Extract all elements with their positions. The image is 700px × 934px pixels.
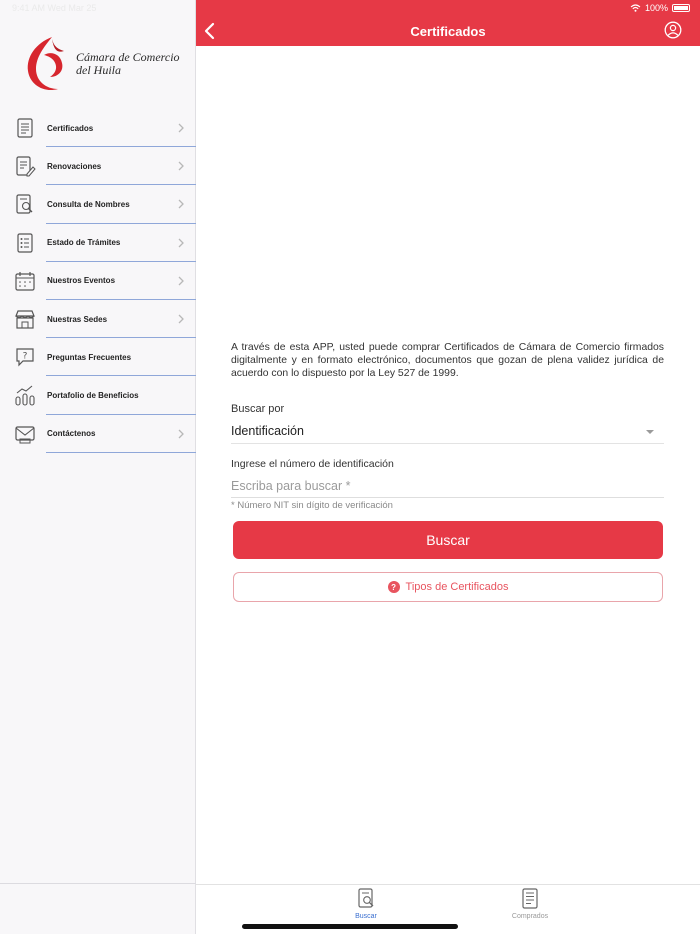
battery-percent: 100% [644, 3, 668, 13]
sidebar: Cámara de Comercio del Huila Certificado… [0, 0, 196, 934]
tab-label: Buscar [355, 913, 377, 920]
certificate-types-button[interactable]: ? Tipos de Certificados [233, 572, 663, 602]
checklist-icon [17, 232, 33, 253]
sidebar-item-contactenos[interactable]: Contáctenos [0, 415, 196, 453]
tab-comprados[interactable]: Comprados [490, 888, 570, 928]
sidebar-item-label: Certificados [47, 123, 94, 133]
home-indicator [242, 924, 458, 929]
calendar-icon [15, 271, 35, 291]
sidebar-item-preguntas-frecuentes[interactable]: ? Preguntas Frecuentes [0, 338, 196, 377]
camara-logo: Cámara de Comercio del Huila [22, 32, 182, 96]
dropdown-arrow-icon [646, 430, 654, 434]
page-title: Certificados [410, 24, 486, 39]
sidebar-divider [46, 451, 196, 453]
user-profile-icon[interactable] [664, 21, 682, 39]
question-circle-icon: ? [387, 581, 400, 593]
sidebar-bottom-divider [0, 883, 196, 884]
intro-text: A través de esta APP, usted puede compra… [231, 342, 664, 379]
sidebar-item-estado-tramites[interactable]: Estado de Trámites [0, 224, 196, 262]
id-number-field-wrapper [231, 474, 664, 498]
battery-icon [672, 4, 690, 12]
camara-logo-text: Cámara de Comercio del Huila [76, 51, 180, 77]
document-search-icon [16, 194, 33, 214]
growth-chart-icon [15, 385, 35, 406]
sidebar-item-renovaciones[interactable]: Renovaciones [0, 147, 196, 186]
search-by-select[interactable]: Identificación [231, 420, 664, 444]
status-right: 100% [630, 3, 690, 13]
chevron-right-icon [178, 314, 184, 324]
camara-logo-mark [27, 37, 64, 91]
status-time: 9:41 AM Wed Mar 25 [12, 3, 97, 13]
mail-icon [15, 425, 35, 443]
sidebar-item-certificados[interactable]: Certificados [0, 109, 196, 148]
chevron-right-icon [178, 238, 184, 248]
chevron-right-icon [178, 429, 184, 438]
chevron-right-icon [178, 199, 184, 209]
certificate-types-label: Tipos de Certificados [405, 581, 509, 593]
chevron-right-icon [178, 161, 184, 171]
sidebar-item-label: Preguntas Frecuentes [47, 352, 132, 362]
sidebar-item-label: Renovaciones [47, 161, 102, 171]
document-list-icon [522, 888, 538, 909]
id-number-label: Ingrese el número de identificación [231, 458, 394, 470]
question-chat-icon: ? [16, 348, 34, 367]
document-icon [17, 118, 33, 138]
tab-buscar[interactable]: Buscar [326, 888, 406, 928]
chevron-right-icon [178, 123, 184, 133]
wifi-icon [630, 4, 641, 12]
svg-text:?: ? [23, 352, 28, 362]
search-button[interactable]: Buscar [233, 521, 663, 559]
store-icon [15, 310, 35, 329]
sidebar-item-label: Contáctenos [47, 429, 96, 439]
tab-label: Comprados [511, 913, 549, 920]
main-content: A través de esta APP, usted puede compra… [196, 46, 700, 884]
sidebar-item-label: Nuestras Sedes [47, 314, 108, 324]
chevron-right-icon [178, 276, 184, 286]
sidebar-item-label: Portafolio de Beneficios [47, 390, 139, 400]
id-number-input[interactable] [231, 474, 664, 498]
sidebar-item-portafolio-beneficios[interactable]: Portafolio de Beneficios [0, 376, 196, 415]
logo-line-2: del Huila [76, 63, 121, 77]
document-search-icon [358, 888, 374, 908]
search-by-label: Buscar por [231, 403, 285, 415]
sidebar-nav: Certificados Renovaciones Consulta de No… [0, 109, 196, 453]
status-bar: 9:41 AM Wed Mar 25 100% [0, 0, 700, 16]
sidebar-item-label: Estado de Trámites [47, 238, 121, 248]
app-screen: Cámara de Comercio del Huila Certificado… [0, 0, 700, 934]
search-by-value: Identificación [231, 424, 304, 438]
sidebar-item-nuestros-eventos[interactable]: Nuestros Eventos [0, 262, 196, 300]
document-edit-icon [16, 156, 36, 177]
sidebar-item-label: Consulta de Nombres [47, 199, 130, 209]
sidebar-item-nuestras-sedes[interactable]: Nuestras Sedes [0, 300, 196, 339]
sidebar-item-consulta-nombres[interactable]: Consulta de Nombres [0, 185, 196, 224]
sidebar-item-label: Nuestros Eventos [47, 276, 116, 286]
id-hint-text: * Número NIT sin dígito de verificación [231, 500, 393, 511]
